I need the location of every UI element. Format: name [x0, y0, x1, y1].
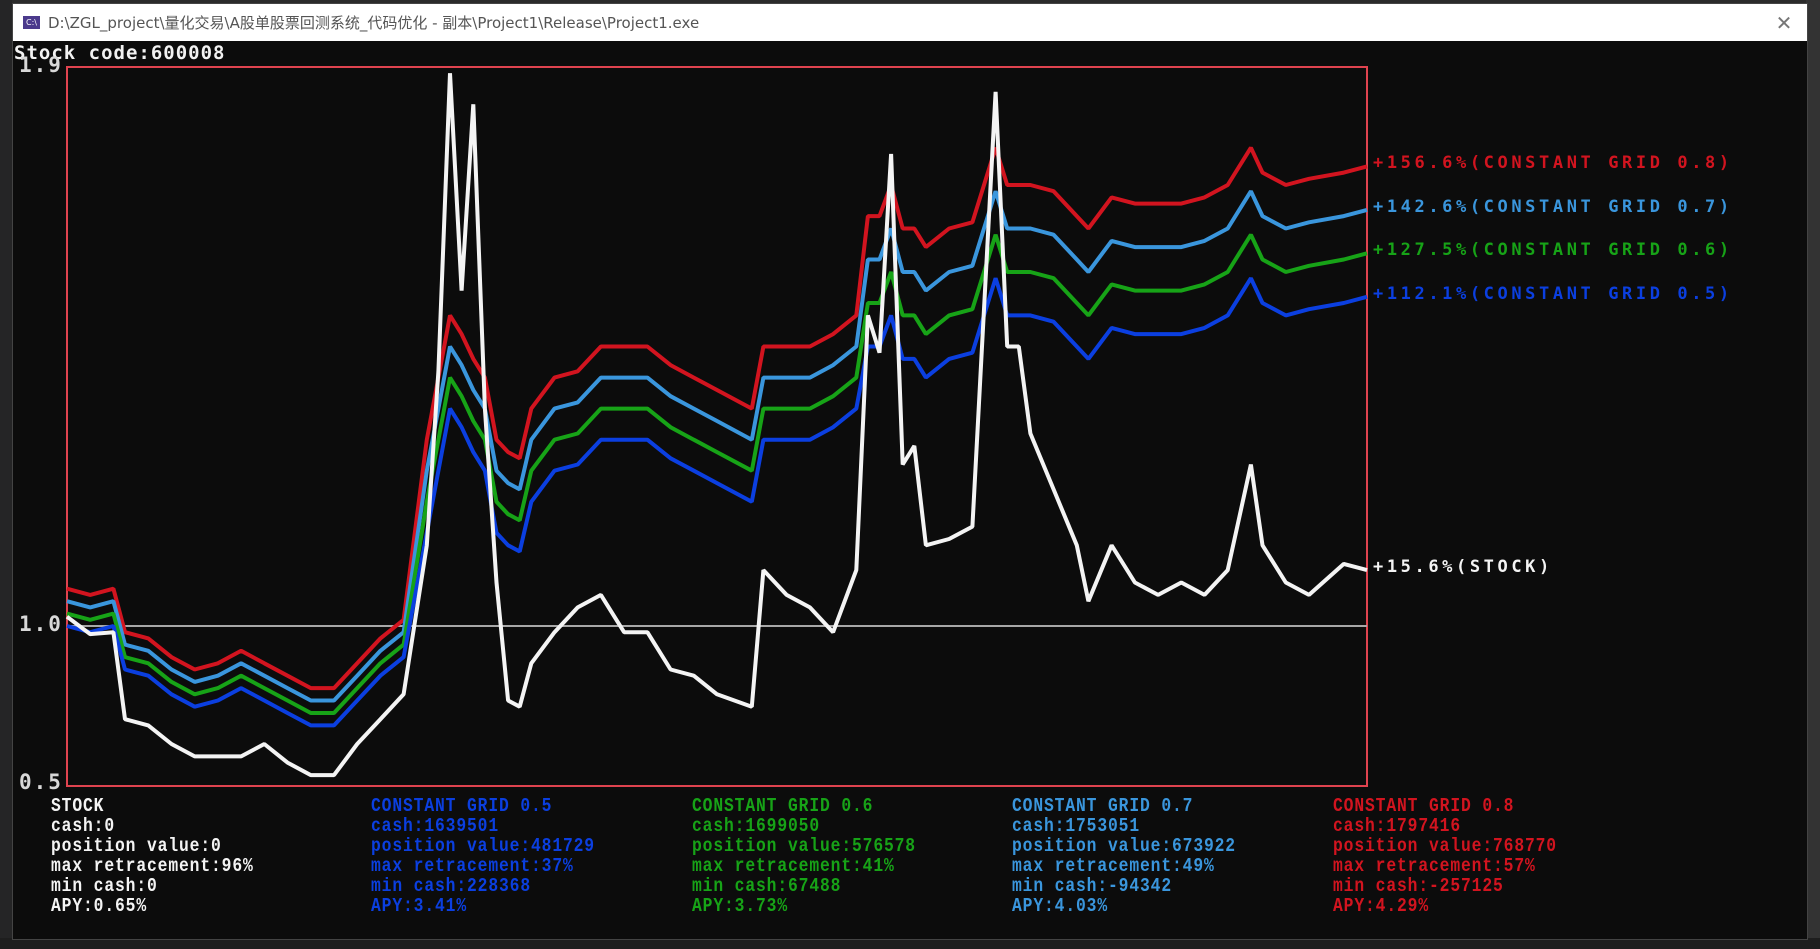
ide-background-left — [0, 0, 12, 949]
y-tick-label: 1.0 — [19, 612, 63, 636]
stat-apy: APY:3.73% — [692, 895, 788, 917]
stat-position-value: position value:673922 — [1012, 835, 1236, 857]
stat-position-value: position value:0 — [51, 835, 222, 857]
stat-title: CONSTANT GRID 0.6 — [692, 795, 874, 817]
stat-max-retracement: max retracement:37% — [371, 855, 574, 877]
stat-position-value: position value:576578 — [692, 835, 916, 857]
stat-max-retracement: max retracement:49% — [1012, 855, 1215, 877]
stat-apy: APY:3.41% — [371, 895, 467, 917]
stat-position-value: position value:481729 — [371, 835, 595, 857]
stats-panel-stock: STOCK cash:0 position value:0 max retraceme… — [51, 796, 254, 916]
stat-max-retracement: max retracement:57% — [1333, 855, 1536, 877]
y-tick-label: 0.5 — [19, 770, 63, 794]
stat-cash: cash:1699050 — [692, 815, 820, 837]
stat-title: CONSTANT GRID 0.5 — [371, 795, 553, 817]
stat-cash: cash:1753051 — [1012, 815, 1140, 837]
stat-max-retracement: max retracement:41% — [692, 855, 895, 877]
plot-frame — [66, 66, 1368, 787]
stat-position-value: position value:768770 — [1333, 835, 1557, 857]
stat-min-cash: min cash:228368 — [371, 875, 531, 897]
stat-title: CONSTANT GRID 0.8 — [1333, 795, 1515, 817]
stat-min-cash: min cash:-94342 — [1012, 875, 1172, 897]
stat-apy: APY:4.29% — [1333, 895, 1429, 917]
end-label-stock: +15.6%(STOCK) — [1373, 557, 1553, 578]
console-window: C:\ D:\ZGL_project\量化交易\A股单股票回测系统_代码优化 -… — [12, 3, 1808, 940]
stat-max-retracement: max retracement:96% — [51, 855, 254, 877]
stat-cash: cash:0 — [51, 815, 116, 837]
end-label-grid-0-5: +112.1%(CONSTANT GRID 0.5) — [1373, 283, 1733, 304]
stats-panel-grid-0-6: CONSTANT GRID 0.6 cash:1699050 position va… — [692, 796, 916, 916]
end-label-grid-0-7: +142.6%(CONSTANT GRID 0.7) — [1373, 196, 1733, 217]
end-label-grid-0-8: +156.6%(CONSTANT GRID 0.8) — [1373, 153, 1733, 174]
y-tick-label: 1.9 — [19, 53, 63, 77]
stat-title: CONSTANT GRID 0.7 — [1012, 795, 1194, 817]
ide-scrollbar[interactable] — [1806, 0, 1820, 949]
stat-cash: cash:1797416 — [1333, 815, 1461, 837]
stat-min-cash: min cash:-257125 — [1333, 875, 1504, 897]
series-line-grid-0-8 — [66, 146, 1368, 691]
stat-min-cash: min cash:67488 — [692, 875, 842, 897]
end-label-grid-0-6: +127.5%(CONSTANT GRID 0.6) — [1373, 240, 1733, 261]
series-line-grid-0-6 — [66, 233, 1368, 715]
series-line-stock — [65, 73, 1368, 778]
series-line-grid-0-7 — [66, 190, 1368, 703]
series-line-grid-0-5 — [66, 277, 1368, 728]
stats-panel-grid-0-5: CONSTANT GRID 0.5 cash:1639501 position va… — [371, 796, 595, 916]
stat-apy: APY:0.65% — [51, 895, 147, 917]
stats-panel-grid-0-8: CONSTANT GRID 0.8 cash:1797416 position va… — [1333, 796, 1557, 916]
stat-cash: cash:1639501 — [371, 815, 499, 837]
stat-min-cash: min cash:0 — [51, 875, 158, 897]
stat-apy: APY:4.03% — [1012, 895, 1108, 917]
stats-panel-grid-0-7: CONSTANT GRID 0.7 cash:1753051 position va… — [1012, 796, 1236, 916]
stat-title: STOCK — [51, 795, 105, 817]
